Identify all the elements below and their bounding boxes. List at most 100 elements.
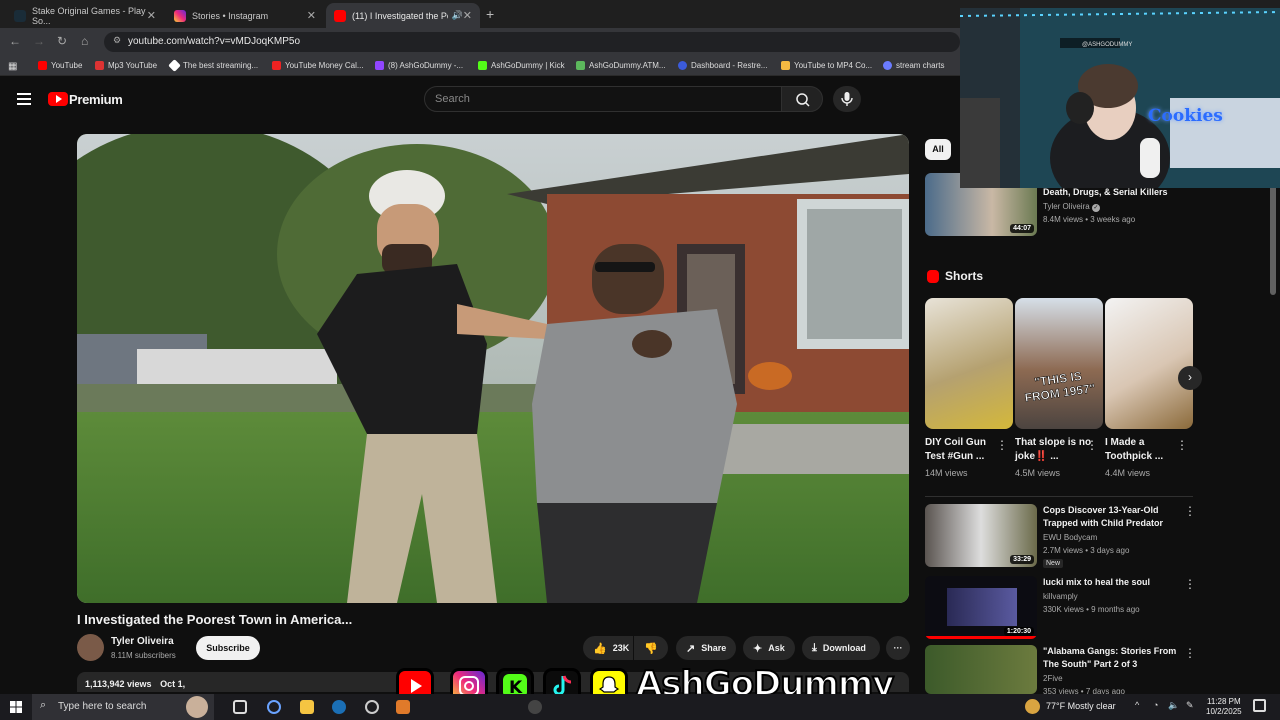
bookmark-kick[interactable]: AshGoDummy | Kick	[478, 61, 565, 70]
related-channel[interactable]: 2Five	[1043, 674, 1063, 683]
back-icon[interactable]: ←	[9, 34, 21, 48]
volume-icon[interactable]: 🔈	[1168, 700, 1179, 711]
bookmark-label: stream charts	[896, 61, 945, 70]
cortana-icon[interactable]	[267, 700, 281, 714]
weather-widget[interactable]: 77°F Mostly clear	[1046, 701, 1116, 711]
bookmark-money-calc[interactable]: YouTube Money Cal...	[272, 61, 364, 70]
voice-search-button[interactable]	[833, 86, 861, 112]
address-bar[interactable]: ⚙ youtube.com/watch?v=vMDJoqKMP5o	[104, 32, 960, 52]
video-thumbnail[interactable]: 33:29	[925, 504, 1037, 567]
cam-sign-text: @ASHGODUMMY	[1082, 42, 1133, 48]
tab-instagram[interactable]: Stories • Instagram ✕	[166, 3, 324, 28]
bookmark-label: (8) AshGoDummy -...	[388, 61, 464, 70]
reload-icon[interactable]: ↻	[57, 34, 67, 48]
more-icon[interactable]: ⋮	[1184, 504, 1196, 518]
related-video-title[interactable]: Cops Discover 13-Year-Old Trapped with C…	[1043, 504, 1183, 530]
microphone-icon	[841, 92, 853, 106]
taskbar-search-placeholder: Type here to search	[58, 701, 147, 712]
related-channel[interactable]: EWU Bodycam	[1043, 533, 1097, 542]
tab-youtube[interactable]: (11) I Investigated the Poor... 🔊 ✕	[326, 3, 480, 28]
chevron-up-icon[interactable]: ^	[1135, 700, 1139, 710]
short-title[interactable]: I Made a Toothpick ...	[1105, 436, 1183, 464]
bookmark-streaming[interactable]: The best streaming...	[168, 59, 258, 72]
close-icon[interactable]: ✕	[307, 9, 316, 22]
task-view-icon[interactable]	[233, 700, 247, 714]
video-frame	[77, 134, 909, 603]
tab-stake[interactable]: Stake Original Games - Play So... ✕	[6, 3, 164, 28]
subscribe-button[interactable]: Subscribe	[196, 636, 260, 660]
forward-icon[interactable]: →	[33, 34, 45, 48]
system-clock[interactable]: 11:28 PM 10/2/2025	[1206, 697, 1242, 717]
bookmark-restream[interactable]: Dashboard - Restre...	[678, 61, 767, 70]
pen-icon[interactable]: ✎	[1186, 700, 1194, 711]
more-icon[interactable]: ⋮	[1184, 646, 1196, 660]
video-player[interactable]	[77, 134, 909, 603]
notification-center-icon[interactable]	[1253, 699, 1266, 712]
file-explorer-icon[interactable]	[300, 700, 314, 714]
youtube-logo-icon[interactable]	[48, 92, 68, 106]
apps-grid-icon[interactable]: ▦	[8, 61, 17, 72]
more-actions-button[interactable]: ···	[886, 636, 910, 660]
short-thumbnail[interactable]: "THIS IS FROM 1957"	[1015, 298, 1103, 429]
app-icon[interactable]	[396, 700, 410, 714]
bookmark-stream-charts[interactable]: stream charts	[883, 61, 944, 70]
related-video-title[interactable]: lucki mix to heal the soul	[1043, 576, 1183, 589]
bookmark-mp3-youtube[interactable]: Mp3 YouTube	[95, 61, 157, 70]
bookmark-youtube[interactable]: YouTube	[38, 61, 82, 70]
network-icon[interactable]: ◔	[1153, 700, 1158, 710]
taskbar-search-input[interactable]: ⌕ Type here to search	[32, 694, 214, 720]
related-channel[interactable]: killvamply	[1043, 592, 1078, 601]
download-icon: ⤓	[812, 641, 817, 654]
close-icon[interactable]: ✕	[463, 9, 472, 22]
youtube-brand[interactable]: Premium	[69, 92, 123, 107]
thumbnail-image	[947, 588, 1017, 626]
short-thumbnail[interactable]	[925, 298, 1013, 429]
steam-icon[interactable]	[332, 700, 346, 714]
bookmark-twitch[interactable]: (8) AshGoDummy -...	[375, 61, 463, 70]
search-input[interactable]: Search	[424, 86, 782, 112]
app-icon[interactable]	[528, 700, 542, 714]
tab-title: (11) I Investigated the Poor...	[352, 10, 448, 21]
short-title[interactable]: That slope is no joke‼️ ...	[1015, 436, 1093, 464]
windows-start-icon[interactable]	[10, 701, 22, 713]
weather-moon-icon	[1025, 699, 1040, 714]
share-icon: ↗	[686, 642, 696, 655]
short-thumbnail[interactable]	[1105, 298, 1193, 429]
like-count: 23K	[612, 643, 630, 653]
bookmark-label: Mp3 YouTube	[108, 61, 158, 70]
new-tab-button[interactable]: +	[486, 6, 494, 22]
dislike-button[interactable]: 👎	[634, 636, 668, 660]
bookmark-mp4[interactable]: YouTube to MP4 Co...	[781, 61, 872, 70]
filter-chip-all[interactable]: All	[925, 139, 951, 160]
share-button[interactable]: ↗ Share	[676, 636, 736, 660]
more-icon[interactable]: ⋮	[1086, 438, 1098, 452]
download-button[interactable]: ⤓ Download	[802, 636, 880, 660]
channel-avatar[interactable]	[77, 634, 104, 661]
shorts-next-button[interactable]: ›	[1178, 366, 1202, 390]
close-icon[interactable]: ✕	[147, 9, 156, 22]
more-icon[interactable]: ⋮	[1184, 577, 1196, 591]
speaker-icon[interactable]: 🔊	[452, 10, 463, 21]
site-info-icon[interactable]: ⚙	[113, 35, 121, 46]
more-icon[interactable]: ⋮	[1176, 438, 1188, 452]
video-thumbnail[interactable]: 1:20:30	[925, 576, 1037, 639]
url-text: youtube.com/watch?v=vMDJoqKMP5o	[128, 36, 301, 47]
related-channel[interactable]: Tyler Oliveira ✓	[1043, 202, 1100, 212]
clock-date: 10/2/2025	[1206, 707, 1242, 716]
more-icon[interactable]: ⋮	[996, 438, 1008, 452]
short-title[interactable]: DIY Coil Gun Test #Gun ...	[925, 436, 1003, 464]
thumbs-up-icon: 👍	[593, 642, 607, 655]
neon-sign-text: Cookies	[1148, 106, 1223, 126]
like-button[interactable]: 👍 23K	[583, 636, 633, 660]
settings-icon[interactable]	[365, 700, 379, 714]
menu-icon[interactable]	[17, 93, 31, 105]
view-count: 1,113,942 views	[85, 679, 152, 689]
search-button[interactable]	[781, 86, 823, 112]
bookmark-label: Dashboard - Restre...	[691, 61, 768, 70]
related-video-title[interactable]: "Alabama Gangs: Stories From The South" …	[1043, 645, 1183, 671]
ask-button[interactable]: ✦ Ask	[743, 636, 795, 660]
video-thumbnail[interactable]	[925, 645, 1037, 694]
bookmark-atm[interactable]: AshGoDummy.ATM...	[576, 61, 666, 70]
home-icon[interactable]: ⌂	[81, 34, 88, 48]
channel-name[interactable]: Tyler Oliveira	[111, 636, 174, 647]
